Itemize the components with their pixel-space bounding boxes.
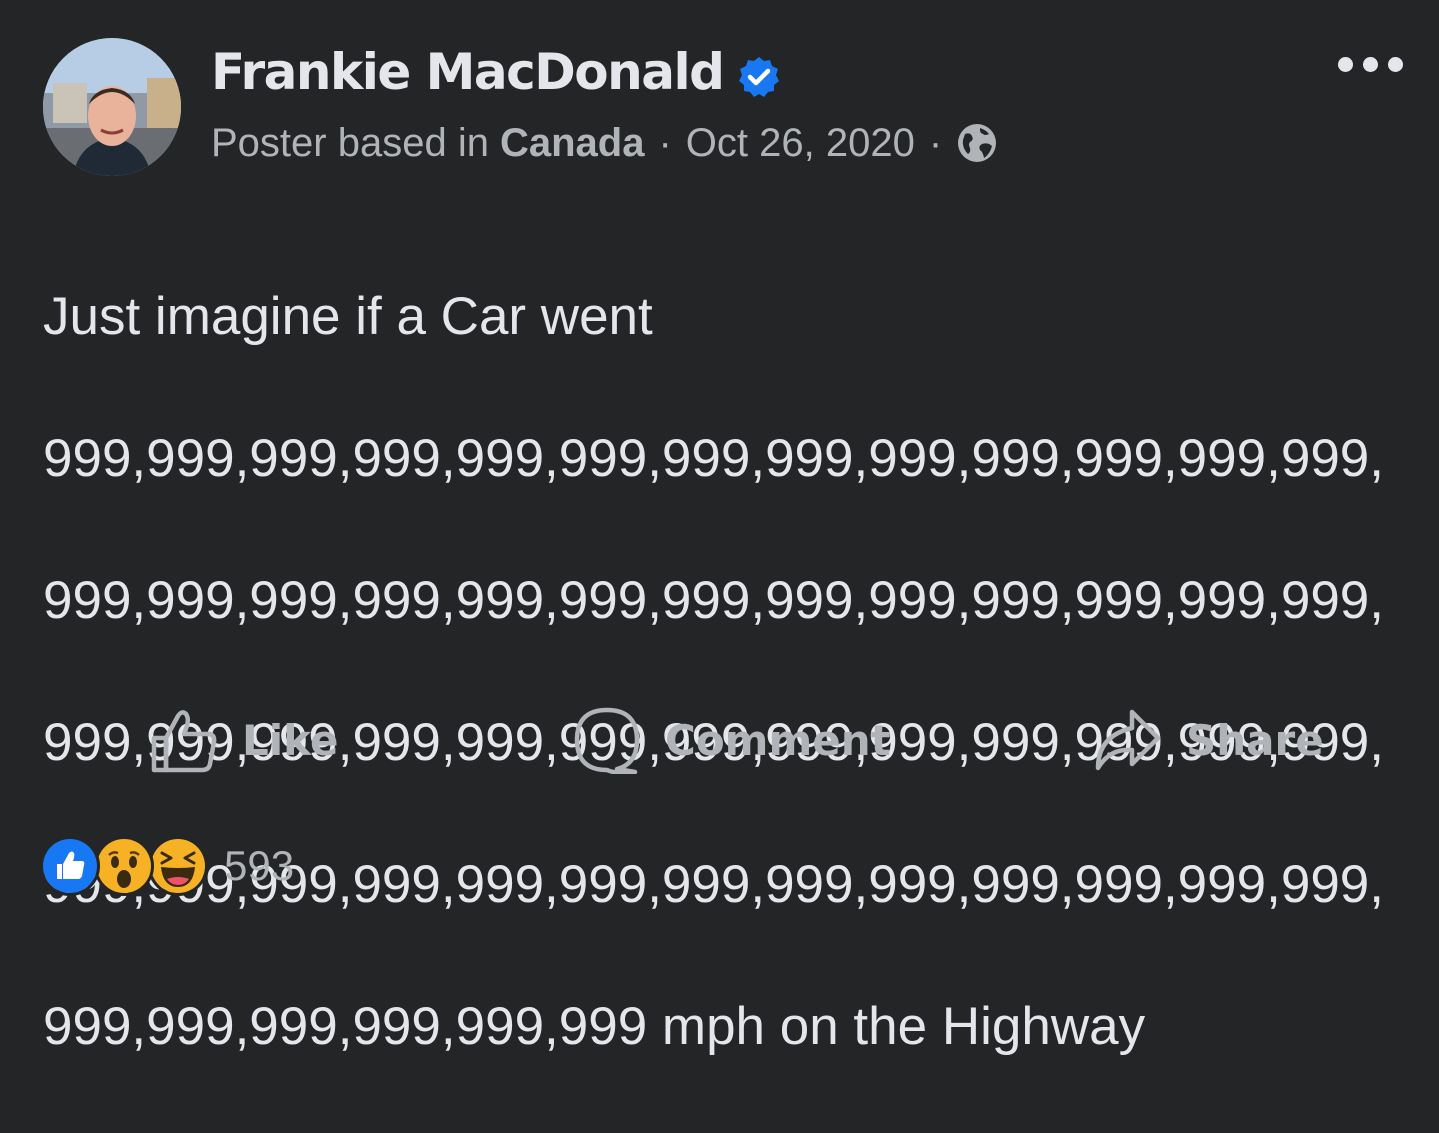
share-button[interactable]: Share [1092,700,1324,780]
comment-label: Comment [665,715,891,765]
author-avatar[interactable] [43,38,181,176]
comment-button[interactable]: Comment [573,700,891,780]
post-timestamp[interactable]: Oct 26, 2020 [686,118,915,168]
more-options-button[interactable] [1330,44,1410,84]
share-label: Share [1186,715,1324,765]
like-button[interactable]: Like [150,700,338,780]
reaction-count[interactable]: 593 [224,842,294,890]
more-dot-icon [1387,56,1403,72]
meta-separator-2: · [928,121,943,165]
meta-country: Canada [499,121,645,165]
like-label: Like [242,715,339,765]
like-reaction-icon [40,836,100,896]
comment-bubble-icon [574,707,640,774]
post-action-bar: Like Comment Share [0,700,1439,780]
post-text-line: 999,999,999,999,999,999,999,999,999,999,… [43,429,1384,488]
more-dot-icon [1362,56,1378,72]
author-name-text[interactable]: Frankie MacDonald [211,40,725,104]
post-text-line: 999,999,999,999,999,999,999,999,999,999,… [43,571,1384,630]
facebook-post-card: Frankie MacDonald Poster based in Canada… [0,0,1439,1056]
globe-icon[interactable] [956,122,998,164]
share-arrow-icon [1095,709,1161,771]
thumbs-up-icon [151,710,217,773]
wow-reaction-icon [94,836,154,896]
post-text-line: 999,999,999,999,999,999 mph on the Highw… [43,997,1146,1056]
haha-reaction-icon [148,836,208,896]
meta-separator: · [658,121,672,165]
meta-prefix: Poster based in [211,121,489,165]
reactions-summary[interactable]: 593 [40,836,294,896]
post-body-text: Just imagine if a Car went 999,999,999,9… [43,210,1413,1133]
more-dot-icon [1337,56,1353,72]
post-meta: Poster based in Canada · Oct 26, 2020 · [211,118,998,168]
verified-badge-icon [737,50,781,97]
author-name[interactable]: Frankie MacDonald [211,40,781,104]
post-text-line: Just imagine if a Car went [43,287,653,346]
